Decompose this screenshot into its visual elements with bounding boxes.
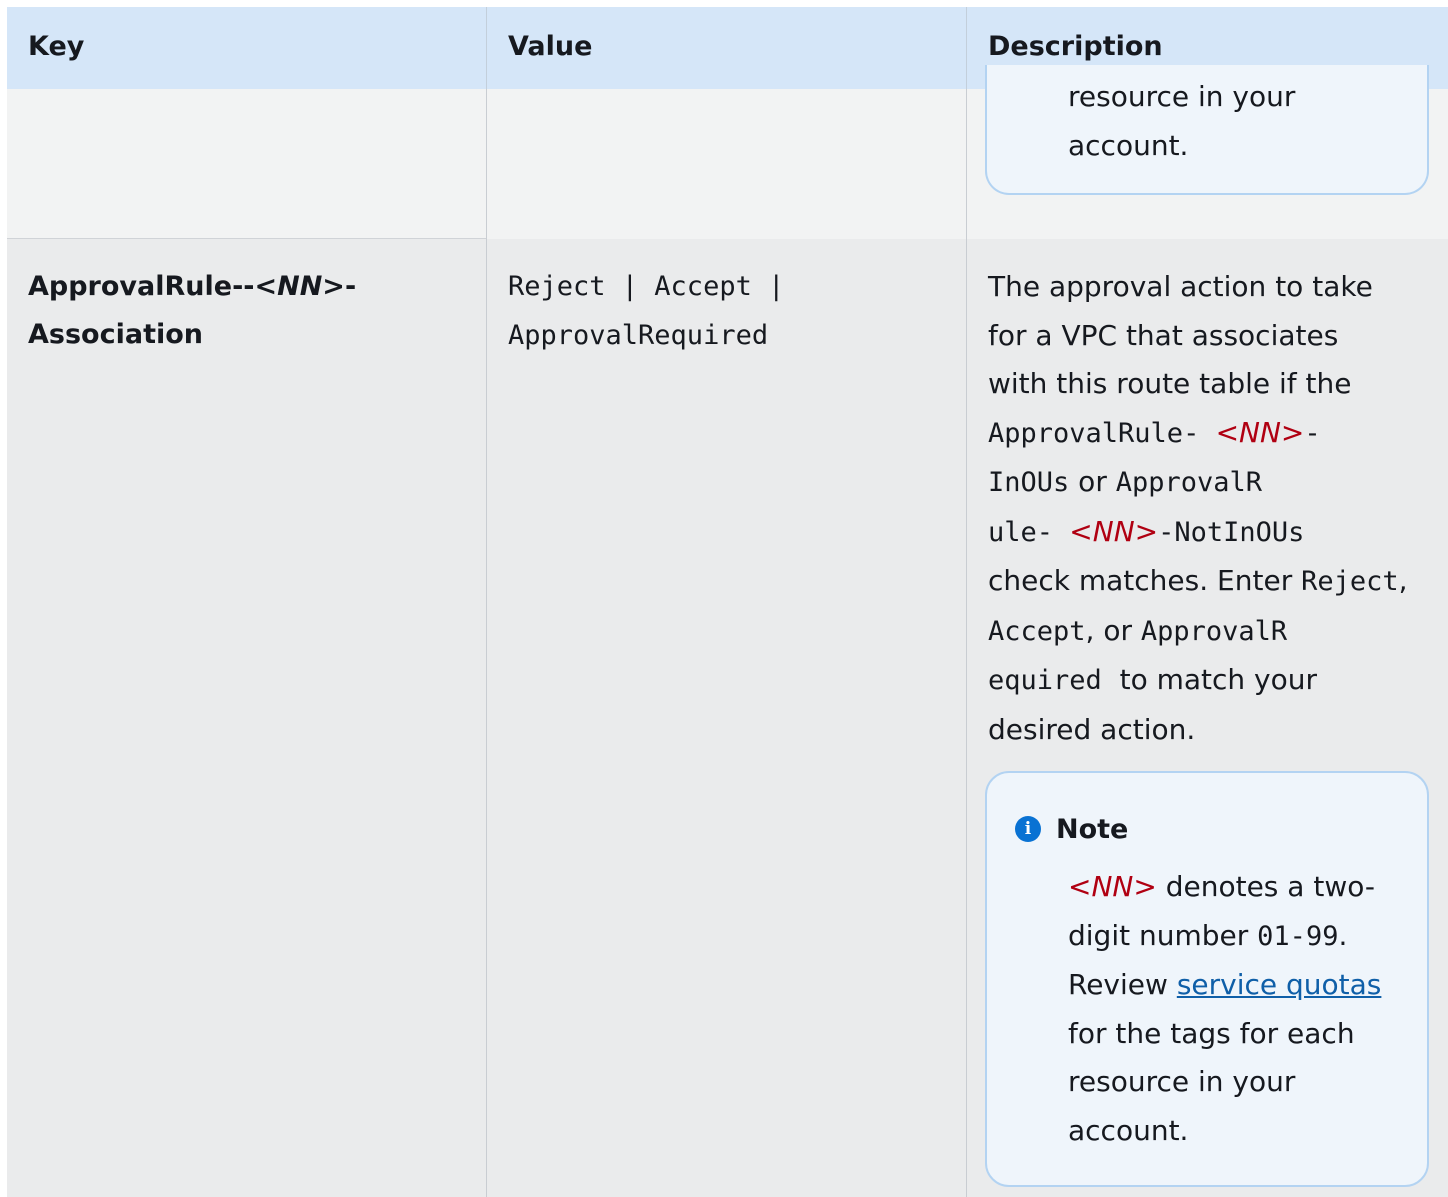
header-value: Value: [486, 7, 966, 89]
note-body: <NN> denotes a two- digit number 01-99. …: [1068, 870, 1382, 1147]
tags-table: Key Value Description resource in your a…: [7, 7, 1448, 1197]
prev-note-line: resource in your: [1068, 80, 1296, 113]
prev-note-line: account.: [1068, 128, 1189, 162]
prev-row-key: [7, 89, 486, 239]
prev-note-box: resource in your account.: [985, 65, 1429, 195]
placeholder-nn: <NN>: [1215, 415, 1305, 449]
header-key: Key: [7, 7, 486, 89]
placeholder-nn: <NN>: [1069, 514, 1159, 548]
row-key-cell: ApprovalRule--<NN>- Association: [7, 239, 486, 1197]
key-placeholder: <NN>: [254, 271, 345, 302]
row-description-cell: The approval action to take for a VPC th…: [966, 239, 1448, 1197]
row-key: ApprovalRule--<NN>- Association: [28, 271, 357, 350]
row-value: Reject | Accept | ApprovalRequired: [508, 271, 785, 351]
info-icon: i: [1015, 816, 1041, 842]
note-box: i Note <NN> denotes a two- digit number …: [985, 771, 1429, 1187]
note-title: Note: [1056, 813, 1129, 845]
service-quotas-link[interactable]: service quotas: [1177, 968, 1382, 1001]
placeholder-nn: <NN>: [1068, 870, 1157, 903]
row-description: The approval action to take for a VPC th…: [988, 270, 1408, 746]
prev-row-description: resource in your account.: [966, 65, 1448, 239]
row-value-cell: Reject | Accept | ApprovalRequired: [486, 239, 966, 1197]
prev-row-value: [486, 89, 966, 239]
